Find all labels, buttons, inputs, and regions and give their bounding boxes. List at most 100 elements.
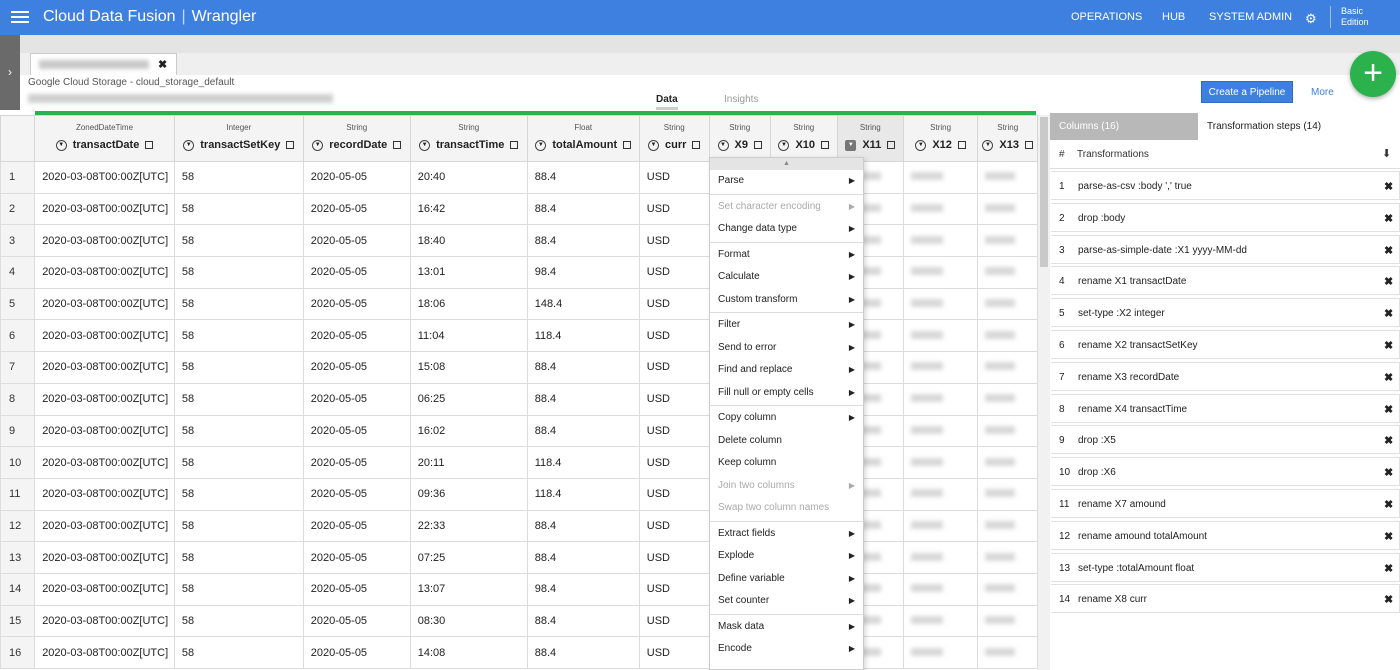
redacted-cell[interactable]	[902, 446, 979, 479]
workspace-tab[interactable]: ✖	[30, 53, 177, 75]
menu-item-calculate[interactable]: Calculate ▶	[710, 266, 863, 289]
cell-transactdate[interactable]: 2020-03-08T00:00Z[UTC]	[34, 509, 175, 543]
cell-transacttime[interactable]: 22:33	[409, 509, 528, 543]
cell-transactdate[interactable]: 2020-03-08T00:00Z[UTC]	[34, 382, 175, 416]
cell-transacttime[interactable]: 15:08	[409, 351, 528, 384]
cell-curr[interactable]: USD	[638, 636, 710, 669]
column-select-checkbox[interactable]	[957, 141, 966, 149]
cell-transactsetkey[interactable]: 58	[173, 192, 304, 226]
cell-curr[interactable]: USD	[638, 446, 710, 479]
cell-transactsetkey[interactable]: 58	[173, 256, 304, 289]
transformation-step[interactable]: 14 rename X8 curr ✖	[1051, 584, 1400, 614]
cell-recorddate[interactable]: 2020-05-05	[302, 572, 411, 606]
menu-item-define-variable[interactable]: Define variable ▶	[710, 568, 863, 591]
column-header-transactdate[interactable]: ZonedDateTime ▼ transactDate	[34, 115, 175, 162]
cell-recorddate[interactable]: 2020-05-05	[302, 382, 411, 416]
column-dropdown-icon[interactable]: ▼	[915, 139, 927, 151]
create-pipeline-button[interactable]: Create a Pipeline	[1201, 81, 1293, 103]
nav-operations[interactable]: OPERATIONS	[1071, 11, 1142, 23]
column-dropdown-icon[interactable]: ▼	[982, 139, 994, 151]
redacted-cell[interactable]	[977, 636, 1038, 669]
delete-step-icon[interactable]: ✖	[1384, 434, 1393, 447]
cell-totalamount[interactable]: 88.4	[526, 382, 640, 416]
tab-columns[interactable]: Columns (16)	[1050, 113, 1198, 140]
transformation-step[interactable]: 5 set-type :X2 integer ✖	[1051, 298, 1400, 328]
transformation-step[interactable]: 8 rename X4 transactTime ✖	[1051, 393, 1400, 423]
menu-item-fill-null-or-empty-cells[interactable]: Fill null or empty cells ▶	[710, 382, 863, 405]
cell-totalamount[interactable]: 88.4	[526, 636, 640, 669]
delete-step-icon[interactable]: ✖	[1384, 275, 1393, 288]
redacted-cell[interactable]	[977, 256, 1038, 289]
menu-item-delete-column[interactable]: Delete column	[710, 430, 863, 453]
menu-item-send-to-error[interactable]: Send to error ▶	[710, 337, 863, 360]
nav-hub[interactable]: HUB	[1162, 11, 1185, 23]
menu-icon[interactable]	[11, 8, 29, 26]
delete-step-icon[interactable]: ✖	[1384, 339, 1393, 352]
tab-data[interactable]: Data	[656, 94, 678, 110]
expand-sidebar-handle[interactable]: ›	[0, 35, 20, 110]
nav-system-admin[interactable]: SYSTEM ADMIN	[1209, 11, 1292, 23]
column-dropdown-icon[interactable]: ▼	[312, 139, 324, 151]
transformation-step[interactable]: 1 parse-as-csv :body ',' true ✖	[1051, 171, 1400, 200]
cell-totalamount[interactable]: 88.4	[526, 224, 640, 258]
redacted-cell[interactable]	[902, 509, 979, 543]
cell-recorddate[interactable]: 2020-05-05	[302, 509, 411, 543]
column-select-checkbox[interactable]	[1025, 141, 1033, 149]
cell-transactsetkey[interactable]: 58	[173, 319, 304, 353]
cell-transactsetkey[interactable]: 58	[173, 287, 304, 321]
redacted-cell[interactable]	[977, 572, 1038, 606]
redacted-cell[interactable]	[977, 161, 1038, 194]
redacted-cell[interactable]	[977, 414, 1038, 448]
cell-transactsetkey[interactable]: 58	[173, 382, 304, 416]
cell-totalamount[interactable]: 118.4	[526, 477, 640, 511]
transformation-step[interactable]: 11 rename X7 amound ✖	[1051, 489, 1400, 518]
settings-gear-icon[interactable]: ⚙	[1305, 11, 1317, 27]
delete-step-icon[interactable]: ✖	[1384, 371, 1393, 384]
cell-transacttime[interactable]: 09:36	[409, 477, 528, 511]
cell-transactsetkey[interactable]: 58	[173, 604, 304, 638]
cell-curr[interactable]: USD	[638, 541, 710, 574]
redacted-cell[interactable]	[902, 604, 979, 638]
cell-transacttime[interactable]: 13:07	[409, 572, 528, 606]
menu-item-parse[interactable]: Parse ▶	[710, 170, 863, 193]
cell-recorddate[interactable]: 2020-05-05	[302, 351, 411, 384]
menu-item-encode[interactable]: Encode ▶	[710, 638, 863, 661]
cell-transactsetkey[interactable]: 58	[173, 224, 304, 258]
redacted-cell[interactable]	[902, 287, 979, 321]
column-select-checkbox[interactable]	[145, 141, 154, 149]
redacted-cell[interactable]	[977, 192, 1038, 226]
column-select-checkbox[interactable]	[692, 141, 701, 149]
column-header-x9[interactable]: String ▼ X9	[708, 115, 771, 162]
cell-transactsetkey[interactable]: 58	[173, 541, 304, 574]
delete-step-icon[interactable]: ✖	[1384, 498, 1393, 511]
cell-transactdate[interactable]: 2020-03-08T00:00Z[UTC]	[34, 224, 175, 258]
column-dropdown-icon[interactable]: ▼	[717, 139, 729, 151]
more-button[interactable]: More	[1311, 87, 1334, 98]
cell-transactsetkey[interactable]: 58	[173, 414, 304, 448]
cell-transacttime[interactable]: 16:02	[409, 414, 528, 448]
cell-totalamount[interactable]: 88.4	[526, 604, 640, 638]
app-title[interactable]: Cloud Data Fusion | Wrangler	[43, 8, 256, 26]
grid-scrollbar[interactable]	[1038, 115, 1050, 670]
cell-transactsetkey[interactable]: 58	[173, 572, 304, 606]
column-header-transactsetkey[interactable]: Integer ▼ transactSetKey	[173, 115, 304, 162]
cell-totalamount[interactable]: 148.4	[526, 287, 640, 321]
column-dropdown-icon[interactable]: ▼	[419, 139, 431, 151]
column-select-checkbox[interactable]	[286, 141, 295, 149]
cell-transactsetkey[interactable]: 58	[173, 446, 304, 479]
cell-recorddate[interactable]: 2020-05-05	[302, 541, 411, 574]
cell-transactdate[interactable]: 2020-03-08T00:00Z[UTC]	[34, 287, 175, 321]
menu-item-custom-transform[interactable]: Custom transform ▶	[710, 289, 863, 312]
cell-transactdate[interactable]: 2020-03-08T00:00Z[UTC]	[34, 636, 175, 669]
cell-curr[interactable]: USD	[638, 604, 710, 638]
cell-totalamount[interactable]: 88.4	[526, 192, 640, 226]
redacted-cell[interactable]	[977, 509, 1038, 543]
cell-transactsetkey[interactable]: 58	[173, 161, 304, 194]
column-dropdown-icon[interactable]: ▼	[648, 139, 660, 151]
column-header-totalamount[interactable]: Float ▼ totalAmount	[526, 115, 640, 162]
menu-item-find-and-replace[interactable]: Find and replace ▶	[710, 359, 863, 382]
menu-item-extract-fields[interactable]: Extract fields ▶	[710, 523, 863, 546]
cell-recorddate[interactable]: 2020-05-05	[302, 636, 411, 669]
cell-transactsetkey[interactable]: 58	[173, 477, 304, 511]
cell-curr[interactable]: USD	[638, 192, 710, 226]
